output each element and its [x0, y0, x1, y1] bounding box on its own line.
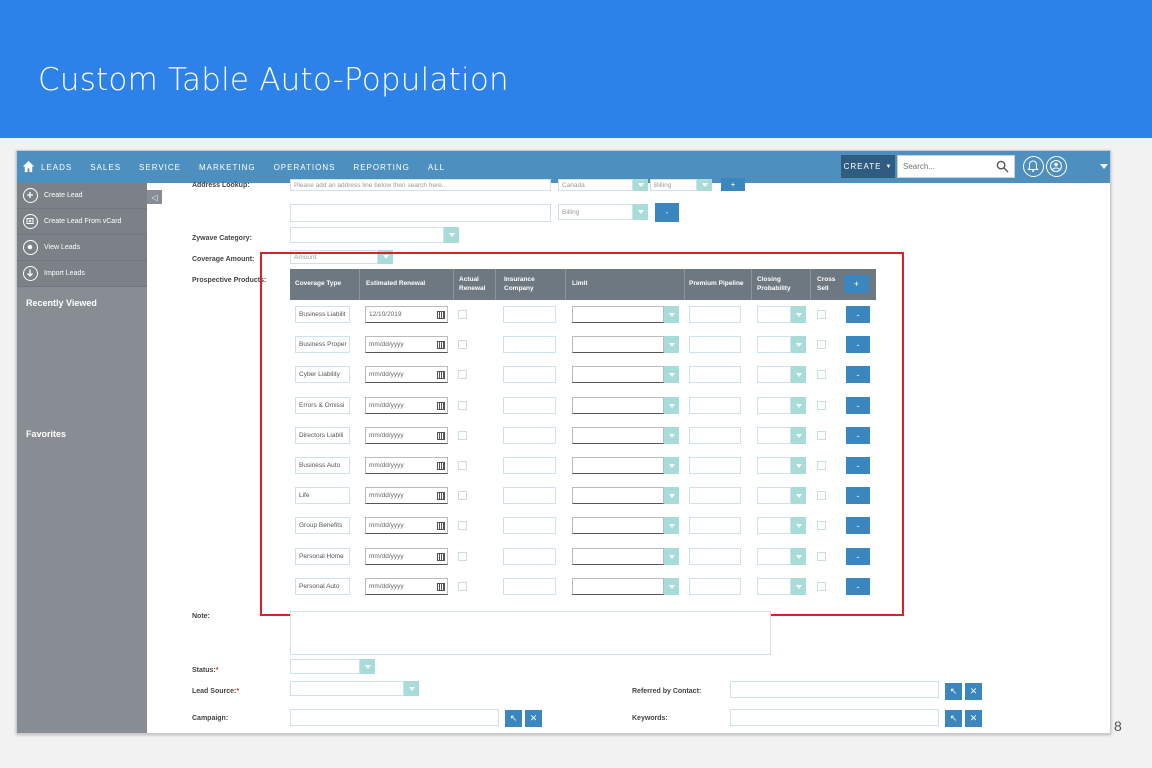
note-textarea[interactable] — [290, 611, 771, 655]
sidebar-item-import-leads[interactable]: Import Leads — [17, 261, 147, 287]
address-search-button[interactable]: + — [721, 178, 745, 191]
select-arrow-icon[interactable]: ↖ — [505, 710, 522, 727]
collapse-sidebar-icon[interactable]: ◁ — [147, 190, 162, 204]
highlight-box — [260, 252, 904, 616]
nav-item-service[interactable]: SERVICE — [139, 163, 181, 172]
zywave-dropdown-arrow[interactable] — [444, 227, 459, 243]
nav-item-all[interactable]: ALL — [428, 163, 445, 172]
status-select[interactable] — [290, 659, 360, 674]
select-arrow-icon[interactable]: ↖ — [945, 683, 962, 700]
sidebar-item-create-lead[interactable]: Create Lead — [17, 183, 147, 209]
create-button[interactable]: CREATE ▼ — [841, 155, 895, 178]
billing-select[interactable]: Billing — [558, 204, 633, 220]
status-label-text: Status: — [192, 667, 216, 674]
home-icon[interactable] — [22, 160, 35, 173]
sidebar-item-label: Create Lead From vCard — [44, 218, 122, 225]
required-mark: * — [215, 667, 219, 674]
plus-circle-icon — [23, 188, 38, 203]
nav-item-reporting[interactable]: REPORTING — [353, 163, 409, 172]
coverage-amount-label: Coverage Amount: — [192, 256, 255, 263]
keywords-label: Keywords: — [632, 715, 668, 722]
lead-source-label: Lead Source:* — [192, 688, 239, 695]
clear-x-icon[interactable]: ✕ — [965, 710, 982, 727]
country-dropdown-arrow[interactable] — [633, 179, 648, 191]
sidebar-item-label: Import Leads — [44, 270, 85, 277]
vcard-icon — [23, 214, 38, 229]
note-label: Note: — [192, 613, 210, 620]
sidebar-item-label: Create Lead — [44, 192, 83, 199]
nav-item-leads[interactable]: LEADS — [41, 163, 72, 172]
country-select[interactable]: Canada — [558, 179, 633, 191]
nav-item-sales[interactable]: SALES — [90, 163, 121, 172]
download-arrow-icon — [23, 266, 38, 281]
required-mark: * — [236, 688, 240, 695]
address-line-field[interactable] — [290, 204, 551, 222]
slide-banner: Custom Table Auto-Population — [0, 0, 1152, 138]
billing-value: Billing — [654, 181, 672, 189]
zywave-category-label: Zywave Category: — [192, 235, 252, 242]
sidebar-item-create-lead-vcard[interactable]: Create Lead From vCard — [17, 209, 147, 235]
lead-source-dropdown-arrow[interactable] — [404, 681, 419, 696]
sidebar-item-label: View Leads — [44, 244, 81, 251]
notifications-icon[interactable] — [1023, 156, 1044, 177]
search-input[interactable] — [898, 156, 990, 177]
sidebar-item-view-leads[interactable]: View Leads — [17, 235, 147, 261]
remove-address-button[interactable]: - — [655, 203, 679, 222]
country-value: Canada — [562, 181, 585, 189]
address-lookup-field[interactable]: Please add an address line below then se… — [290, 179, 551, 191]
favorites-heading: Favorites — [26, 429, 67, 439]
nav-item-operations[interactable]: OPERATIONS — [274, 163, 336, 172]
eye-icon — [23, 240, 38, 255]
address-lookup-placeholder: Please add an address line below then se… — [294, 181, 448, 189]
prospective-products-label: Prospective Products: — [192, 277, 267, 284]
crm-screenshot: LEADS SALES SERVICE MARKETING OPERATIONS REPO… — [16, 150, 1111, 734]
create-label: CREATE — [843, 162, 882, 171]
campaign-field[interactable] — [290, 709, 499, 726]
status-dropdown-arrow[interactable] — [360, 659, 375, 674]
lead-source-label-text: Lead Source: — [192, 688, 237, 695]
campaign-label: Campaign: — [192, 715, 229, 722]
search-icon[interactable] — [996, 160, 1009, 173]
status-label: Status:* — [192, 667, 218, 674]
zywave-category-select[interactable] — [290, 227, 444, 243]
billing-dropdown-arrow[interactable] — [633, 204, 648, 220]
referred-by-field[interactable] — [730, 681, 939, 698]
search-box[interactable] — [897, 155, 1015, 178]
menu-caret-icon[interactable] — [1100, 164, 1108, 169]
keywords-field[interactable] — [730, 709, 939, 726]
lead-source-select[interactable] — [290, 681, 404, 696]
slide-title: Custom Table Auto-Population — [38, 62, 509, 98]
billing-value: Billing — [562, 208, 580, 216]
billing-dropdown-arrow[interactable] — [697, 179, 712, 191]
clear-x-icon[interactable]: ✕ — [965, 683, 982, 700]
billing-select-top[interactable]: Billing — [650, 179, 697, 191]
caret-down-icon: ▼ — [885, 163, 893, 170]
recently-viewed-heading: Recently Viewed — [26, 298, 97, 308]
referred-by-label: Referred by Contact: — [632, 688, 702, 695]
clear-x-icon[interactable]: ✕ — [525, 710, 542, 727]
select-arrow-icon[interactable]: ↖ — [945, 710, 962, 727]
user-profile-icon[interactable] — [1046, 156, 1067, 177]
sidebar: Create Lead Create Lead From vCard View … — [17, 183, 147, 733]
nav-item-marketing[interactable]: MARKETING — [199, 163, 256, 172]
slide-page-number: 8 — [1114, 718, 1122, 734]
address-lookup-label: Address Lookup: — [192, 182, 250, 189]
